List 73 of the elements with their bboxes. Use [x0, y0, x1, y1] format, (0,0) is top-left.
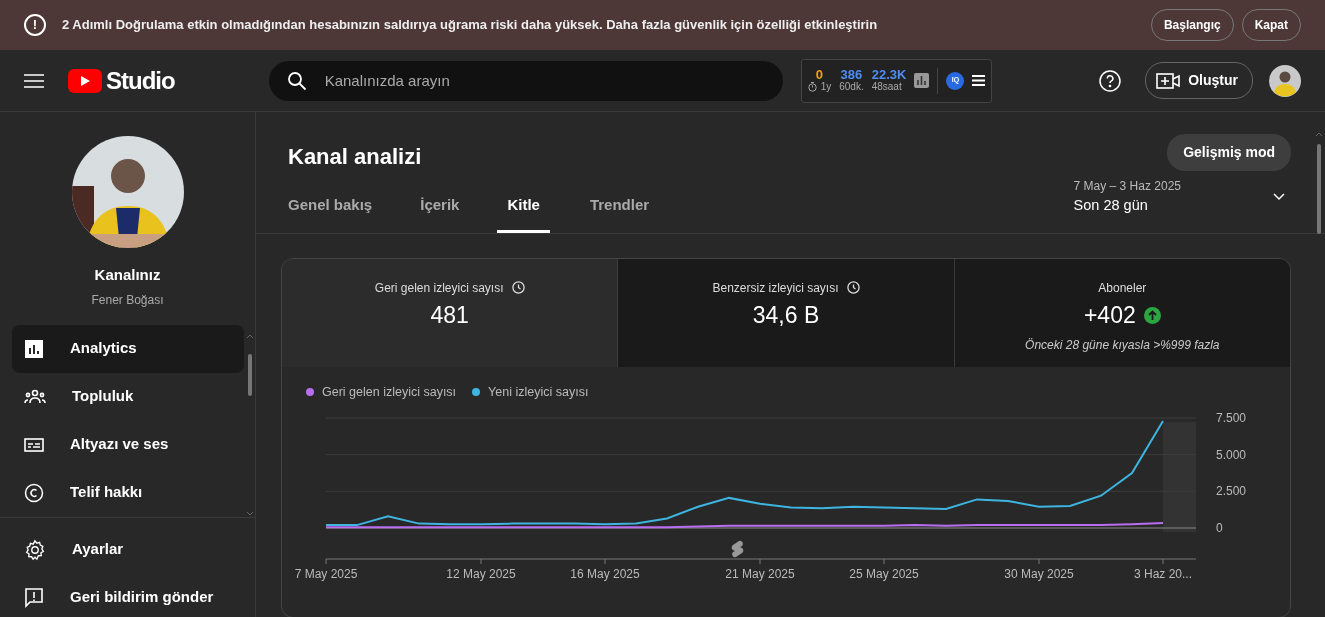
- clock-icon: [511, 281, 525, 295]
- video-plus-icon: [1156, 71, 1181, 90]
- channel-name: Fener Boğası: [91, 291, 164, 309]
- x-tick-label: 16 May 2025: [570, 566, 640, 581]
- menu-icon[interactable]: [24, 73, 44, 88]
- stat-value: 0: [814, 68, 825, 81]
- period-text: Son 28 gün: [1073, 196, 1149, 215]
- metric-tab[interactable]: Benzersiz izleyici sayısı 34,6 B: [618, 258, 955, 367]
- metric-tab[interactable]: Geri gelen izleyici sayısı 481: [282, 258, 619, 367]
- stat-label: 60dk.: [839, 81, 864, 93]
- studio-logo-text: Studio: [106, 65, 175, 96]
- subtitles-icon: [24, 436, 44, 453]
- search-icon: [286, 70, 307, 91]
- stat-label: 1y: [820, 81, 832, 93]
- comparison-note: Önceki 28 güne kıyasla >%999 fazla: [1024, 337, 1221, 355]
- metric-value: 481: [430, 300, 469, 330]
- create-button[interactable]: Oluştur: [1145, 62, 1253, 99]
- channel-title: Kanalınız: [94, 265, 161, 285]
- copyright-icon: [24, 482, 44, 503]
- chevron-down-icon: [1273, 192, 1285, 201]
- sidebar-item[interactable]: Ayarlar: [12, 525, 244, 574]
- security-warning-text: 2 Adımlı Doğrulama etkin olmadığından hesabınızın saldırıya uğrama riski daha yüksek. Daha fazla güvenlik için özelliği etkinleştirin: [62, 16, 879, 35]
- metric-label: Benzersiz izleyici sayısı: [712, 279, 839, 297]
- feedback-icon: [24, 586, 44, 609]
- play-logo-icon: [68, 68, 102, 93]
- y-tick-label: 2.500: [1216, 483, 1247, 498]
- tab[interactable]: Kitle: [497, 194, 550, 233]
- tab[interactable]: Trendler: [589, 194, 650, 233]
- shorts-icon: [731, 540, 744, 557]
- bar-chart-icon[interactable]: [914, 73, 930, 88]
- metric-label: Aboneler: [1098, 279, 1147, 297]
- sidebar-item[interactable]: Geri bildirim gönder: [12, 573, 244, 617]
- arrow-up-icon: [1143, 306, 1161, 324]
- metric-value: 34,6 B: [752, 300, 820, 330]
- tab[interactable]: İçerik: [420, 194, 460, 233]
- legend-dot: [306, 388, 314, 397]
- warning-icon: !: [24, 14, 46, 36]
- advanced-mode-button[interactable]: Gelişmiş mod: [1167, 134, 1291, 171]
- x-tick-label: 25 May 2025: [849, 566, 919, 581]
- sidebar-item[interactable]: Telif hakkı: [12, 468, 244, 517]
- page-title: Kanal analizi: [288, 143, 422, 171]
- sidebar-item[interactable]: Altyazı ve ses: [12, 420, 244, 469]
- avatar-icon[interactable]: [1269, 64, 1301, 97]
- settings-icon: [24, 538, 46, 561]
- metric-label: Geri gelen izleyici sayısı: [374, 279, 504, 297]
- y-tick-label: 7.500: [1216, 410, 1247, 425]
- help-icon[interactable]: [1099, 69, 1122, 92]
- stat-value: 386: [839, 68, 864, 81]
- sidebar-item[interactable]: Analytics: [12, 324, 244, 373]
- date-range-picker[interactable]: 7 May – 3 Haz 2025 Son 28 gün: [1073, 177, 1285, 217]
- menu-icon[interactable]: [972, 75, 986, 86]
- x-tick-label: 30 May 2025: [1004, 566, 1074, 581]
- search-field[interactable]: Kanalınızda arayın: [268, 60, 783, 101]
- sidebar-item[interactable]: Topluluk: [12, 372, 244, 421]
- x-tick-label: 21 May 2025: [725, 566, 795, 581]
- x-tick-label: 12 May 2025: [446, 566, 516, 581]
- x-tick-label: 7 May 2025: [294, 566, 358, 581]
- analytics-icon: [24, 338, 44, 359]
- y-tick-label: 5.000: [1216, 447, 1247, 462]
- legend-label: Yeni izleyici sayısı: [488, 383, 589, 401]
- stat-value: 22.3K: [871, 68, 907, 81]
- tab[interactable]: Genel bakış: [288, 194, 373, 233]
- timer-icon: [807, 82, 817, 92]
- y-tick-label: 0: [1216, 520, 1223, 535]
- x-tick-label: 3 Haz 20...: [1134, 566, 1192, 581]
- legend-dot: [472, 388, 481, 397]
- metric-value: +402: [1083, 300, 1136, 330]
- clock-icon: [846, 281, 860, 295]
- people-icon: [24, 388, 46, 405]
- metric-tab[interactable]: Aboneler +402 Önceki 28 güne kıyasla >%999 fazla: [954, 258, 1290, 367]
- stat-label: 48saat: [871, 81, 902, 93]
- date-range-text: 7 May – 3 Haz 2025: [1073, 178, 1181, 195]
- legend-label: Geri gelen izleyici sayısı: [322, 383, 457, 401]
